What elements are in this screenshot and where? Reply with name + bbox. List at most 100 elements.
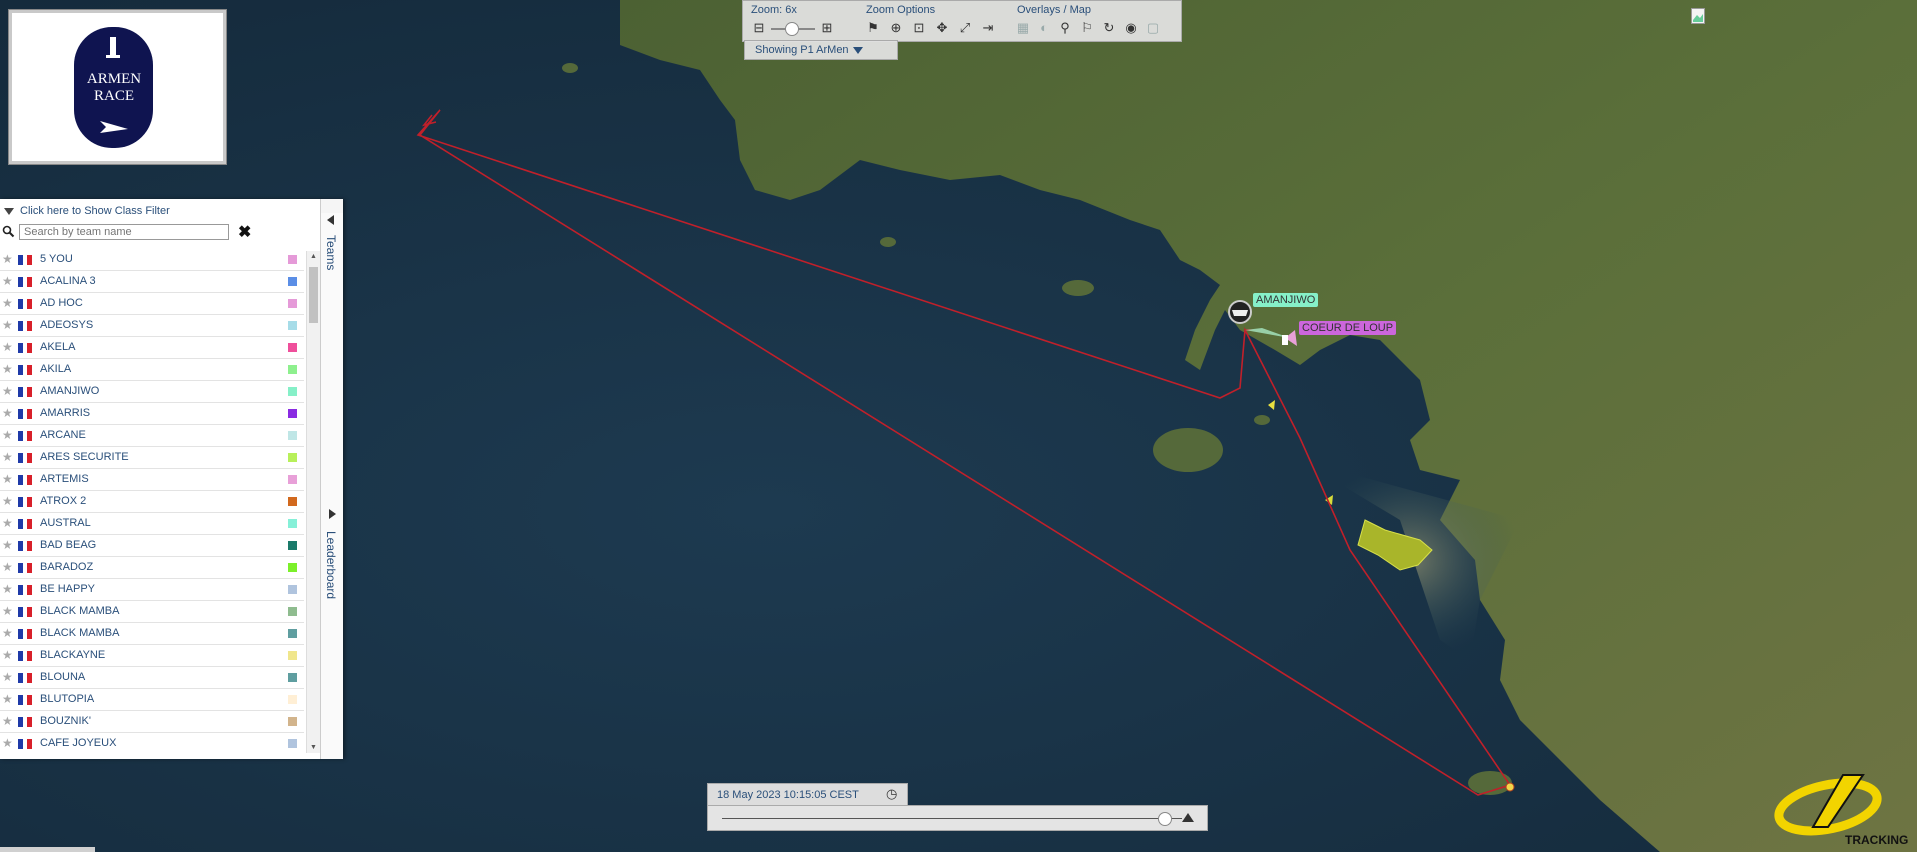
team-name[interactable]: BLACKAYNE	[40, 649, 105, 661]
flags-icon[interactable]: ⚑	[865, 20, 881, 36]
boat-label-amanjiwo[interactable]: AMANJIWO	[1253, 293, 1319, 307]
favorite-star-icon[interactable]: ★	[2, 649, 13, 661]
team-row[interactable]: ★ ARTEMIS	[0, 469, 304, 491]
team-name[interactable]: BLACK MAMBA	[40, 605, 119, 617]
grid-icon[interactable]: ▦	[1015, 20, 1031, 36]
team-row[interactable]: ★ AKILA	[0, 359, 304, 381]
yb-tracking-logo[interactable]: TRACKING	[1773, 767, 1908, 847]
favorite-star-icon[interactable]: ★	[2, 671, 13, 683]
tab-teams[interactable]: Teams	[321, 213, 343, 514]
team-row[interactable]: ★ AKELA	[0, 337, 304, 359]
team-name[interactable]: ACALINA 3	[40, 275, 96, 287]
favorite-star-icon[interactable]: ★	[2, 319, 13, 331]
favorite-star-icon[interactable]: ★	[2, 693, 13, 705]
team-name[interactable]: AKILA	[40, 363, 71, 375]
favorite-star-icon[interactable]: ★	[2, 715, 13, 727]
team-row[interactable]: ★ BAD BEAG	[0, 535, 304, 557]
expand-up-icon[interactable]	[1182, 813, 1194, 822]
team-name[interactable]: AKELA	[40, 341, 75, 353]
zoom-out-icon[interactable]: ⊟	[751, 20, 767, 36]
team-name[interactable]: BLOUNA	[40, 671, 85, 683]
boat-label-coeur-de-loup[interactable]: COEUR DE LOUP	[1299, 321, 1397, 335]
team-name[interactable]: AMARRIS	[40, 407, 90, 419]
layer-icon[interactable]: ▢	[1145, 20, 1161, 36]
team-row[interactable]: ★ BLACKAYNE	[0, 645, 304, 667]
team-row[interactable]: ★ BLOUNA	[0, 667, 304, 689]
timeline-track[interactable]	[722, 818, 1182, 819]
favorite-star-icon[interactable]: ★	[2, 495, 13, 507]
team-name[interactable]: CAFE JOYEUX	[40, 737, 116, 749]
rotate-icon[interactable]: ↻	[1101, 20, 1117, 36]
timeline-scrubber[interactable]	[707, 805, 1208, 831]
zoom-slider-knob[interactable]	[785, 22, 799, 36]
zoom-in-icon[interactable]: ⊞	[819, 20, 835, 36]
course-flags-icon[interactable]: ⚐	[1079, 20, 1095, 36]
favorite-star-icon[interactable]: ★	[2, 583, 13, 595]
favorite-star-icon[interactable]: ★	[2, 253, 13, 265]
team-row[interactable]: ★ ATROX 2	[0, 491, 304, 513]
favorite-star-icon[interactable]: ★	[2, 297, 13, 309]
team-row[interactable]: ★ ACALINA 3	[0, 271, 304, 293]
team-name[interactable]: AD HOC	[40, 297, 83, 309]
scroll-up-icon[interactable]: ▲	[310, 253, 317, 260]
team-name[interactable]: BE HAPPY	[40, 583, 95, 595]
team-row[interactable]: ★ ADEOSYS	[0, 315, 304, 337]
team-list-scrollbar[interactable]: ▲ ▼	[306, 251, 320, 753]
team-row[interactable]: ★ BE HAPPY	[0, 579, 304, 601]
team-name[interactable]: BARADOZ	[40, 561, 93, 573]
team-row[interactable]: ★ ARCANE	[0, 425, 304, 447]
day-night-icon[interactable]: ◐	[1036, 20, 1052, 36]
team-row[interactable]: ★ AUSTRAL	[0, 513, 304, 535]
favorite-star-icon[interactable]: ★	[2, 561, 13, 573]
scroll-down-icon[interactable]: ▼	[310, 744, 317, 751]
team-row[interactable]: ★ ARES SECURITE	[0, 447, 304, 469]
tab-leaderboard[interactable]: Leaderboard	[321, 499, 343, 759]
team-row[interactable]: ★ BARADOZ	[0, 557, 304, 579]
select-area-icon[interactable]: ⊡	[911, 20, 927, 36]
team-name[interactable]: ADEOSYS	[40, 319, 93, 331]
team-name[interactable]: BLUTOPIA	[40, 693, 94, 705]
team-row[interactable]: ★ AMANJIWO	[0, 381, 304, 403]
search-input[interactable]	[19, 224, 229, 240]
favorite-star-icon[interactable]: ★	[2, 407, 13, 419]
team-row[interactable]: ★ BLACK MAMBA	[0, 601, 304, 623]
favorite-star-icon[interactable]: ★	[2, 627, 13, 639]
wind-icon[interactable]: ⚲	[1057, 20, 1073, 36]
team-name[interactable]: AUSTRAL	[40, 517, 91, 529]
team-name[interactable]: BOUZNIK'	[40, 715, 91, 727]
team-name[interactable]: ARES SECURITE	[40, 451, 129, 463]
zoom-slider[interactable]	[771, 22, 815, 36]
race-selector[interactable]: Showing P1 ArMen	[744, 40, 898, 60]
team-row[interactable]: ★ BLUTOPIA	[0, 689, 304, 711]
zoom-to-plus-icon[interactable]: ⊕	[888, 20, 904, 36]
team-name[interactable]: AMANJIWO	[40, 385, 99, 397]
globe-icon[interactable]: ◉	[1123, 20, 1139, 36]
favorite-star-icon[interactable]: ★	[2, 385, 13, 397]
team-row[interactable]: ★ BOUZNIK'	[0, 711, 304, 733]
team-row[interactable]: ★ 5 YOU	[0, 249, 304, 271]
scrollbar-thumb[interactable]	[309, 267, 318, 323]
fit-all-icon[interactable]: ⤢	[957, 20, 973, 36]
team-row[interactable]: ★ BLACK MAMBA	[0, 623, 304, 645]
favorite-star-icon[interactable]: ★	[2, 429, 13, 441]
timeline-knob[interactable]	[1158, 812, 1172, 826]
favorite-star-icon[interactable]: ★	[2, 363, 13, 375]
team-row[interactable]: ★ AMARRIS	[0, 403, 304, 425]
team-row[interactable]: ★ CAFE JOYEUX	[0, 733, 304, 754]
favorite-star-icon[interactable]: ★	[2, 517, 13, 529]
favorite-star-icon[interactable]: ★	[2, 473, 13, 485]
favorite-star-icon[interactable]: ★	[2, 737, 13, 749]
group-icon[interactable]: ✥	[934, 20, 950, 36]
team-name[interactable]: ARTEMIS	[40, 473, 89, 485]
favorite-star-icon[interactable]: ★	[2, 341, 13, 353]
team-name[interactable]: BAD BEAG	[40, 539, 96, 551]
team-name[interactable]: ARCANE	[40, 429, 86, 441]
clear-search-icon[interactable]: ✖	[238, 222, 251, 242]
team-row[interactable]: ★ AD HOC	[0, 293, 304, 315]
favorite-star-icon[interactable]: ★	[2, 605, 13, 617]
armen-race-logo-box[interactable]: ARMEN RACE	[9, 10, 226, 164]
favorite-star-icon[interactable]: ★	[2, 275, 13, 287]
exit-icon[interactable]: ⇥	[980, 20, 996, 36]
favorite-star-icon[interactable]: ★	[2, 539, 13, 551]
team-name[interactable]: ATROX 2	[40, 495, 86, 507]
